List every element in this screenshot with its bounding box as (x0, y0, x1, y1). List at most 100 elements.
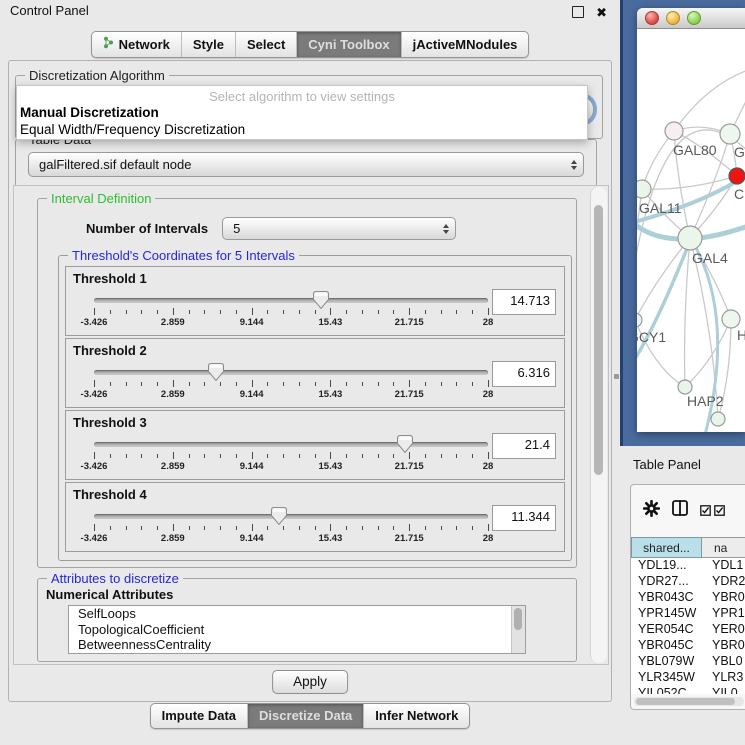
settings-vertical-scrollbar[interactable] (590, 187, 607, 663)
close-icon[interactable]: ✖ (596, 2, 607, 24)
slider-tick-label: 28 (483, 317, 494, 328)
deselect-all-checkbox-icon[interactable] (714, 503, 725, 521)
network-node-GAL80[interactable] (665, 122, 683, 140)
select-all-checkbox-icon[interactable] (700, 503, 711, 521)
slider-handle-icon[interactable] (271, 507, 287, 525)
column-header-shared-name[interactable]: shared... (631, 537, 702, 558)
algorithm-popup-items: Manual DiscretizationEqual Width/Frequen… (17, 104, 587, 138)
cell-shared-name: YDL19... (631, 558, 707, 574)
minimize-traffic-light-icon[interactable] (666, 11, 680, 25)
threshold-label: Threshold 3 (73, 415, 147, 430)
threshold-value-field[interactable]: 6.316 (492, 361, 556, 387)
column-header-name[interactable]: na (702, 537, 745, 558)
network-node-H[interactable] (722, 310, 740, 328)
table-row[interactable]: YDR27...YDR2 (631, 574, 745, 590)
threshold-slider[interactable]: -3.4262.8599.14415.4321.71528 (94, 291, 488, 331)
cell-shared-name: YLR345W (631, 670, 707, 686)
attribute-list-item[interactable]: BetweennessCentrality (69, 637, 525, 653)
threshold-box: Threshold 3 -3.4262.8599.14415.4321.71528… (65, 410, 565, 480)
network-node-GA[interactable] (720, 124, 740, 144)
slider-tick-label: 15.43 (319, 533, 343, 544)
slider-tick-label: 9.144 (240, 461, 264, 472)
table-row[interactable]: YLR345WYLR3 (631, 670, 745, 686)
slider-handle-icon[interactable] (397, 435, 413, 453)
algorithm-option[interactable]: Equal Width/Frequency Discretization (17, 121, 587, 138)
tab-cyni-toolbox[interactable]: Cyni Toolbox (296, 32, 400, 57)
gear-icon[interactable] (643, 500, 660, 522)
interval-definition-group: Interval Definition Number of Intervals … (37, 198, 577, 568)
network-node-HAP2[interactable] (678, 380, 692, 394)
network-node-GCY1[interactable] (637, 313, 642, 327)
number-of-intervals-combobox[interactable]: 5 (222, 217, 456, 240)
network-node-label: GAL4 (692, 250, 728, 266)
threshold-slider[interactable]: -3.4262.8599.14415.4321.71528 (94, 507, 488, 547)
table-row[interactable]: YBL079WYBL0 (631, 654, 745, 670)
cell-name: YER0 (707, 622, 745, 638)
network-node-label: H (737, 327, 745, 343)
scrollbar-thumb[interactable] (594, 205, 603, 475)
cell-shared-name: YIL052C (631, 686, 707, 694)
table-toolbar (631, 485, 745, 537)
table-row[interactable]: YER054CYER0 (631, 622, 745, 638)
algorithm-option[interactable]: Manual Discretization (17, 104, 587, 121)
tab-label: Network (119, 37, 170, 52)
cyni-toolbox-pane: Discretization Algorithm Select algorith… (8, 60, 612, 702)
table-row[interactable]: YDL19...YDL1 (631, 558, 745, 574)
slider-handle-icon[interactable] (313, 291, 329, 309)
threshold-label: Threshold 2 (73, 343, 147, 358)
network-node-label: GCY1 (637, 329, 666, 345)
threshold-label: Threshold 1 (73, 271, 147, 286)
attribute-list-item[interactable]: SelfLoops (69, 606, 525, 622)
threshold-value-field[interactable]: 11.344 (492, 505, 556, 531)
network-node-GAL11[interactable] (637, 180, 651, 198)
panel-splitter-handle[interactable] (614, 374, 619, 379)
tab-infer-network[interactable]: Infer Network (363, 704, 469, 728)
float-window-icon[interactable] (572, 6, 584, 18)
tab-label: Discretize Data (259, 708, 352, 723)
table-data-combobox[interactable]: galFiltered.sif default node (28, 152, 584, 177)
threshold-slider[interactable]: -3.4262.8599.14415.4321.71528 (94, 363, 488, 403)
scrollbar-thumb[interactable] (636, 698, 735, 705)
slider-tick-label: -3.426 (81, 317, 108, 328)
table-row[interactable]: YIL052CYIL0 (631, 686, 745, 694)
network-node-red-node[interactable] (729, 168, 745, 184)
tab-impute-data[interactable]: Impute Data (151, 704, 247, 728)
table-horizontal-scrollbar[interactable] (634, 697, 744, 706)
attribute-list-item[interactable]: TopologicalCoefficient (69, 622, 525, 638)
table-row[interactable]: YBR043CYBR0 (631, 590, 745, 606)
tab-network[interactable]: Network (92, 32, 181, 57)
show-columns-icon[interactable] (672, 500, 688, 521)
cell-shared-name: YBL079W (631, 654, 707, 670)
network-node-GAL4[interactable] (678, 226, 702, 250)
tab-style[interactable]: Style (181, 32, 235, 57)
network-node-node[interactable] (711, 412, 725, 426)
table-row[interactable]: YPR145WYPR1 (631, 606, 745, 622)
table-row[interactable]: YBR045CYBR0 (631, 638, 745, 654)
network-canvas[interactable]: GAL80GACGAL11GAL4GCY1HHAP2 (637, 29, 745, 432)
interval-definition-label: Interval Definition (47, 191, 155, 206)
slider-tick-label: 9.144 (240, 317, 264, 328)
threshold-value-field[interactable]: 21.4 (492, 433, 556, 459)
slider-tick-label: -3.426 (81, 533, 108, 544)
slider-tick-label: 21.715 (395, 317, 424, 328)
tab-discretize-data[interactable]: Discretize Data (247, 704, 363, 728)
tab-jactivemnodules[interactable]: jActiveMNodules (401, 32, 529, 57)
tab-select[interactable]: Select (235, 32, 296, 57)
table-browser: shared... na YDL19...YDL1YDR27...YDR2YBR… (630, 484, 745, 710)
attributes-scrollbar[interactable] (511, 606, 525, 653)
slider-ticks (94, 524, 488, 532)
number-of-intervals-label: Number of Intervals (86, 221, 208, 236)
slider-tick-label: 28 (483, 533, 494, 544)
cell-shared-name: YBR043C (631, 590, 707, 606)
slider-tick-label: -3.426 (81, 389, 108, 400)
apply-button[interactable]: Apply (272, 670, 348, 694)
threshold-slider[interactable]: -3.4262.8599.14415.4321.71528 (94, 435, 488, 475)
cell-name: YBL0 (707, 654, 745, 670)
number-of-intervals-value: 5 (233, 221, 240, 236)
close-traffic-light-icon[interactable] (645, 11, 659, 25)
threshold-value-field[interactable]: 14.713 (492, 289, 556, 315)
cell-shared-name: YDR27... (631, 574, 707, 590)
zoom-traffic-light-icon[interactable] (687, 11, 701, 25)
slider-handle-icon[interactable] (208, 363, 224, 381)
table-panel-header: Table Panel (620, 446, 745, 482)
